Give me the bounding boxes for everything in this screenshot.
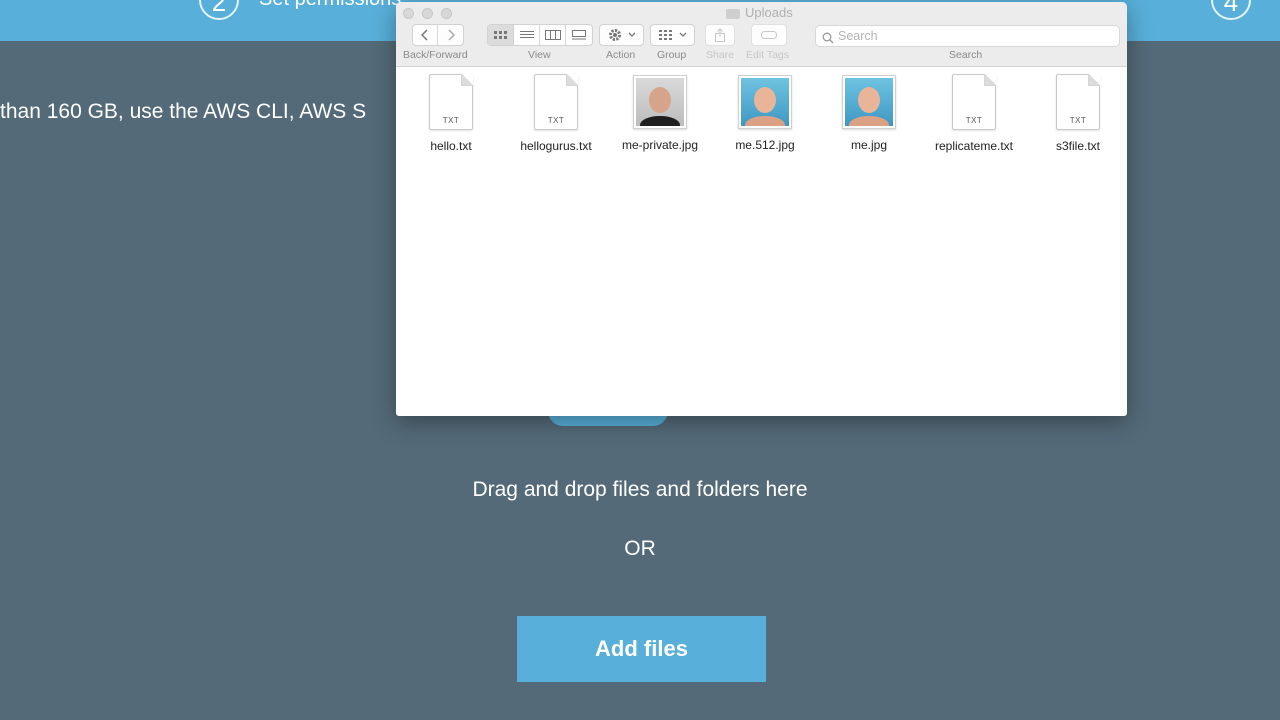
file-name: hellogurus.txt: [520, 139, 592, 153]
step-2-indicator: 2: [199, 0, 239, 20]
gear-icon: [608, 29, 621, 41]
group-menu-button[interactable]: [650, 24, 695, 46]
back-forward-group: [412, 24, 464, 46]
edit-tags-button[interactable]: [751, 24, 787, 46]
edit-tags-caption: Edit Tags: [746, 49, 789, 61]
search-field[interactable]: Search: [815, 25, 1120, 47]
file-item[interactable]: me.jpg: [816, 74, 922, 152]
file-name: me.jpg: [850, 138, 888, 152]
list-view-button[interactable]: [514, 25, 540, 45]
chevron-right-icon: [447, 29, 455, 41]
zoom-window-button[interactable]: [441, 8, 452, 19]
file-name: me-private.jpg: [621, 138, 699, 152]
file-item[interactable]: TXT hellogurus.txt: [503, 74, 609, 153]
search-caption: Search: [949, 49, 983, 61]
share-button[interactable]: [705, 24, 735, 46]
window-title: Uploads: [726, 5, 793, 20]
step-2-label: Set permissions: [259, 0, 401, 11]
file-name: replicateme.txt: [934, 139, 1014, 153]
group-grid-icon: [658, 30, 672, 40]
view-caption: View: [528, 49, 551, 61]
chevron-down-icon: [628, 32, 635, 37]
file-name: me.512.jpg: [735, 138, 795, 152]
file-item[interactable]: me-private.jpg: [607, 74, 713, 152]
file-item[interactable]: TXT hello.txt: [398, 74, 504, 153]
back-button[interactable]: [413, 25, 438, 45]
file-type-label: TXT: [442, 116, 460, 125]
columns-icon: [544, 30, 561, 40]
portrait-blue-icon: [738, 75, 792, 129]
back-forward-caption: Back/Forward: [403, 49, 468, 61]
finder-window: Uploads Back/Forward View Action Group S…: [396, 2, 1127, 416]
portrait-blue-icon: [842, 75, 896, 129]
text-file-icon: TXT: [1056, 74, 1100, 130]
share-icon: [715, 28, 725, 42]
drop-zone-text: Drag and drop files and folders here: [472, 478, 808, 501]
share-caption: Share: [706, 49, 735, 61]
view-mode-group: [487, 24, 593, 46]
file-type-label: TXT: [1069, 116, 1087, 125]
portrait-dark-icon: [633, 75, 687, 129]
add-files-button[interactable]: Add files: [517, 616, 766, 682]
chevron-down-icon: [679, 32, 686, 37]
text-file-icon: TXT: [534, 74, 578, 130]
file-name: s3file.txt: [1055, 139, 1100, 153]
file-item[interactable]: TXT s3file.txt: [1025, 74, 1127, 153]
gallery-view-button[interactable]: [566, 25, 592, 45]
search-icon: [822, 30, 834, 44]
close-window-button[interactable]: [403, 8, 414, 19]
forward-button[interactable]: [438, 25, 463, 45]
gallery-icon: [572, 30, 586, 40]
step-4-indicator: 4: [1211, 0, 1251, 20]
group-caption: Group: [657, 49, 687, 61]
size-info-text: than 160 GB, use the AWS CLI, AWS S: [0, 100, 367, 123]
chevron-left-icon: [421, 29, 428, 41]
or-separator: OR: [624, 537, 656, 560]
text-file-icon: TXT: [952, 74, 996, 130]
search-placeholder: Search: [838, 29, 878, 43]
file-name: hello.txt: [430, 139, 472, 153]
minimize-window-button[interactable]: [422, 8, 433, 19]
window-title-text: Uploads: [745, 5, 793, 20]
tag-icon: [761, 31, 777, 39]
column-view-button[interactable]: [540, 25, 566, 45]
action-caption: Action: [606, 49, 636, 61]
file-type-label: TXT: [547, 116, 565, 125]
list-icon: [519, 31, 534, 38]
action-menu-button[interactable]: [599, 24, 644, 46]
folder-icon: [726, 8, 740, 19]
icon-view-button[interactable]: [488, 25, 514, 45]
file-item[interactable]: me.512.jpg: [712, 74, 818, 152]
file-type-label: TXT: [965, 116, 983, 125]
grid-icon: [493, 31, 507, 39]
text-file-icon: TXT: [429, 74, 473, 130]
file-item[interactable]: TXT replicateme.txt: [921, 74, 1027, 153]
finder-toolbar: Uploads Back/Forward View Action Group S…: [396, 2, 1127, 67]
